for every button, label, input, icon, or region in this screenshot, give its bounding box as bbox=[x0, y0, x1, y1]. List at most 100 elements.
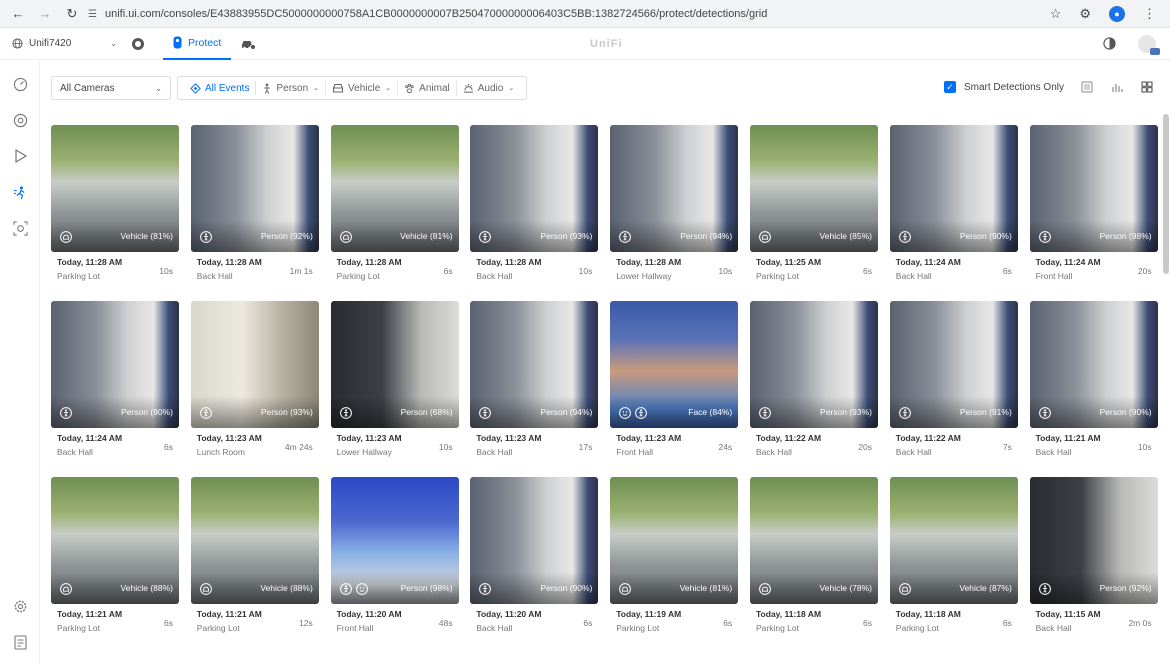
filter-all-events[interactable]: All Events bbox=[184, 83, 255, 94]
event-card[interactable]: Person (91%) Today, 11:22 AM Back Hall 7s bbox=[889, 301, 1018, 457]
event-card[interactable]: Person (68%) Today, 11:23 AM Lower Hallway… bbox=[330, 301, 459, 457]
bookmark-star-icon[interactable]: ☆ bbox=[1050, 6, 1062, 22]
paw-icon bbox=[405, 83, 414, 93]
event-thumbnail[interactable]: Vehicle (78%) bbox=[750, 477, 878, 604]
profile-icon[interactable]: ● bbox=[1109, 6, 1125, 22]
detection-label: Person (93%) bbox=[820, 407, 872, 417]
event-thumbnail[interactable]: Person (93%) bbox=[750, 301, 878, 428]
event-card[interactable]: Vehicle (81%) Today, 11:28 AM Parking Lot 1… bbox=[51, 125, 179, 281]
event-thumbnail[interactable]: Vehicle (81%) bbox=[51, 125, 179, 252]
event-thumbnail[interactable]: Person (90%) bbox=[1029, 301, 1158, 428]
play-icon[interactable] bbox=[11, 147, 29, 165]
filter-animal[interactable]: Animal bbox=[398, 83, 456, 94]
event-card[interactable]: Vehicle (88%) Today, 11:21 AM Parking Lot 6… bbox=[51, 477, 179, 633]
scrollbar[interactable] bbox=[1163, 114, 1169, 274]
event-card[interactable]: Person (92%) Today, 11:15 AM Back Hall 2m 0… bbox=[1029, 477, 1158, 633]
event-card[interactable]: Person (98%) Today, 11:20 AM Front Hall 48s bbox=[330, 477, 459, 633]
event-card[interactable]: Person (90%) Today, 11:20 AM Back Hall 6s bbox=[470, 477, 599, 633]
protect-app-tab[interactable]: Protect bbox=[163, 28, 232, 60]
event-thumbnail[interactable]: Person (94%) bbox=[610, 125, 739, 252]
event-thumbnail[interactable]: Person (93%) bbox=[470, 125, 599, 252]
smart-detections-checkbox[interactable]: ✓ bbox=[943, 81, 956, 93]
event-thumbnail[interactable]: Person (90%) bbox=[470, 477, 599, 604]
event-card[interactable]: Person (90%) Today, 11:24 AM Back Hall 6s bbox=[889, 125, 1018, 281]
person-icon bbox=[339, 582, 352, 595]
event-thumbnail[interactable]: Person (90%) bbox=[51, 301, 179, 428]
face-icon bbox=[619, 406, 632, 419]
notes-icon[interactable] bbox=[11, 633, 29, 651]
car-icon bbox=[60, 230, 72, 243]
event-thumbnail[interactable]: Vehicle (88%) bbox=[51, 477, 179, 604]
detection-label: Person (68%) bbox=[400, 407, 453, 417]
event-thumbnail[interactable]: Person (93%) bbox=[190, 301, 319, 428]
event-thumbnail[interactable]: Vehicle (81%) bbox=[330, 125, 459, 252]
event-duration: 6s bbox=[863, 618, 872, 628]
event-thumbnail[interactable]: Person (90%) bbox=[889, 125, 1018, 252]
detections-icon[interactable] bbox=[11, 183, 29, 201]
event-card[interactable]: Vehicle (88%) Today, 11:21 AM Parking Lot 1… bbox=[190, 477, 319, 633]
camera-select[interactable]: All Cameras ⌄ bbox=[51, 76, 171, 100]
event-time: Today, 11:24 AM bbox=[895, 257, 961, 267]
devices-icon[interactable] bbox=[11, 111, 29, 129]
event-duration: 6s bbox=[863, 266, 872, 276]
event-card[interactable]: Person (94%) Today, 11:28 AM Lower Hallway… bbox=[610, 125, 739, 281]
event-thumbnail[interactable]: Person (98%) bbox=[330, 477, 459, 604]
event-thumbnail[interactable]: Person (91%) bbox=[889, 301, 1018, 428]
event-thumbnail[interactable]: Vehicle (85%) bbox=[750, 125, 878, 252]
event-duration: 1m 1s bbox=[289, 266, 313, 276]
theme-toggle-icon[interactable] bbox=[1103, 37, 1116, 50]
forward-arrow-icon[interactable]: → bbox=[36, 5, 54, 23]
event-thumbnail[interactable]: Person (68%) bbox=[330, 301, 459, 428]
avatar[interactable] bbox=[1138, 34, 1160, 55]
filter-bar: All Cameras ⌄ All Events Person ⌄ Vehicl… bbox=[51, 76, 528, 100]
event-card[interactable]: Face (84%) Today, 11:23 AM Front Hall 24s bbox=[610, 301, 739, 457]
filter-person[interactable]: Person ⌄ bbox=[256, 83, 325, 94]
event-card[interactable]: Person (94%) Today, 11:23 AM Back Hall 17s bbox=[470, 301, 599, 457]
filter-audio[interactable]: Audio ⌄ bbox=[457, 83, 520, 94]
event-card[interactable]: Person (93%) Today, 11:22 AM Back Hall 20s bbox=[750, 301, 878, 457]
event-thumbnail[interactable]: Person (98%) bbox=[1029, 125, 1158, 252]
reload-icon[interactable]: ↻ bbox=[63, 5, 81, 23]
event-thumbnail[interactable]: Face (84%) bbox=[610, 301, 739, 428]
event-card[interactable]: Vehicle (81%) Today, 11:28 AM Parking Lot 6… bbox=[330, 125, 459, 281]
grid-view-icon[interactable] bbox=[1140, 80, 1154, 94]
detection-label: Vehicle (81%) bbox=[120, 231, 173, 241]
event-card[interactable]: Person (90%) Today, 11:21 AM Back Hall 10s bbox=[1029, 301, 1158, 457]
event-card[interactable]: Person (98%) Today, 11:24 AM Front Hall 20s bbox=[1029, 125, 1158, 281]
detection-label: Person (98%) bbox=[400, 583, 453, 593]
event-card[interactable]: Person (93%) Today, 11:23 AM Lunch Room 4m … bbox=[190, 301, 319, 457]
address-bar[interactable]: ☰ unifi.ui.com/consoles/E43883955DC50000… bbox=[88, 6, 767, 22]
event-card[interactable]: Vehicle (87%) Today, 11:18 AM Parking Lot 6… bbox=[889, 477, 1018, 633]
unifi-os-icon[interactable] bbox=[127, 33, 149, 55]
car-settings-icon[interactable] bbox=[237, 33, 259, 55]
event-thumbnail[interactable]: Person (92%) bbox=[190, 125, 319, 252]
console-selector[interactable]: Unifi7420 ⌄ bbox=[12, 38, 117, 49]
scan-icon[interactable] bbox=[11, 219, 29, 237]
event-thumbnail[interactable]: Person (94%) bbox=[470, 301, 599, 428]
back-arrow-icon[interactable]: ← bbox=[9, 5, 27, 23]
event-card[interactable]: Person (92%) Today, 11:28 AM Back Hall 1m 1… bbox=[190, 125, 319, 281]
list-view-icon[interactable] bbox=[1080, 80, 1094, 94]
event-thumbnail[interactable]: Vehicle (81%) bbox=[610, 477, 739, 604]
event-card[interactable]: Person (93%) Today, 11:28 AM Back Hall 10s bbox=[470, 125, 599, 281]
dashboard-icon[interactable] bbox=[11, 75, 29, 93]
event-card[interactable]: Vehicle (81%) Today, 11:19 AM Parking Lot 6… bbox=[610, 477, 739, 633]
event-duration: 20s bbox=[1137, 266, 1152, 276]
settings-gear-icon[interactable] bbox=[11, 597, 29, 615]
event-card[interactable]: Vehicle (85%) Today, 11:25 AM Parking Lot 6… bbox=[750, 125, 878, 281]
event-card[interactable]: Person (90%) Today, 11:24 AM Back Hall 6s bbox=[51, 301, 179, 457]
event-card[interactable]: Vehicle (78%) Today, 11:18 AM Parking Lot 6… bbox=[750, 477, 878, 633]
event-thumbnail[interactable]: Vehicle (88%) bbox=[190, 477, 319, 604]
event-thumbnail[interactable]: Person (92%) bbox=[1029, 477, 1158, 604]
extensions-icon[interactable]: ⚙ bbox=[1079, 6, 1091, 22]
person-icon bbox=[339, 406, 352, 419]
detection-label: Person (93%) bbox=[260, 407, 313, 417]
globe-icon bbox=[12, 38, 23, 49]
timeline-view-icon[interactable] bbox=[1110, 80, 1124, 94]
site-info-icon[interactable]: ☰ bbox=[88, 9, 97, 20]
chevron-down-icon: ⌄ bbox=[508, 85, 515, 92]
browser-menu-icon[interactable]: ⋮ bbox=[1143, 6, 1156, 22]
filter-vehicle[interactable]: Vehicle ⌄ bbox=[326, 83, 397, 94]
person-icon bbox=[635, 406, 648, 419]
event-thumbnail[interactable]: Vehicle (87%) bbox=[889, 477, 1018, 604]
